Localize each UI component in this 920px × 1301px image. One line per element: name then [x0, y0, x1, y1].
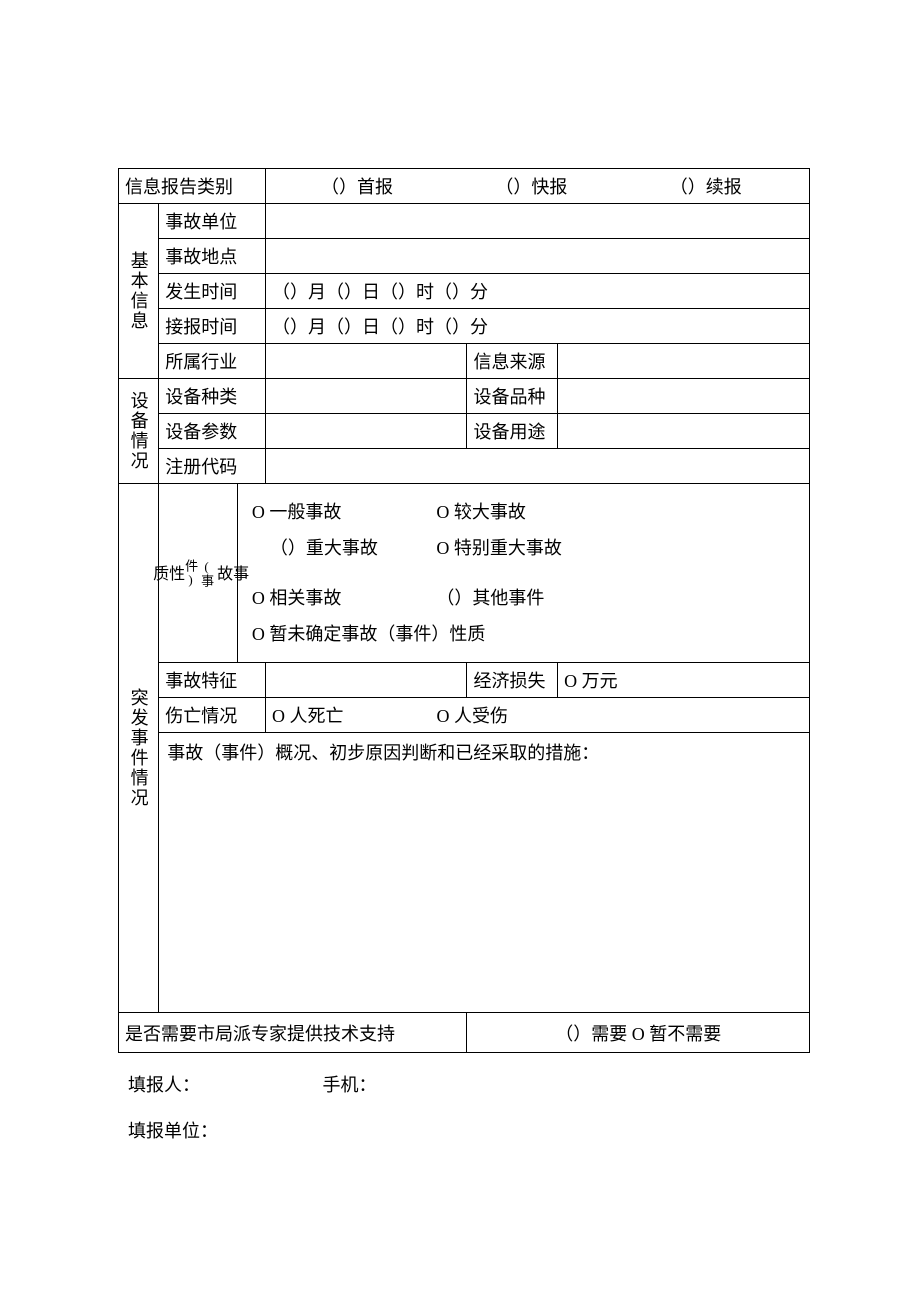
nature-section-label: 事故(事件)性质 [159, 484, 238, 663]
equip-reg-value[interactable] [266, 449, 810, 484]
casualty-value[interactable]: O 人死亡 O 人受伤 [266, 698, 810, 733]
unit-value[interactable] [266, 204, 810, 239]
equip-variety-label: 设备品种 [467, 379, 558, 414]
equip-type-label: 设备种类 [159, 379, 266, 414]
equip-param-value[interactable] [266, 414, 467, 449]
support-options[interactable]: （）需要 O 暂不需要 [467, 1013, 810, 1053]
report-form-table: 信息报告类别 （）首报 （）快报 （）续报 基本信息 事故单位 事故地点 发生时… [118, 168, 810, 1053]
phone-label: 手机： [323, 1071, 377, 1097]
table-row: 接报时间 （）月（）日（）时（）分 [119, 309, 810, 344]
nature-options-1[interactable]: O 一般事故 O 较大事故 （）重大事故 O 特别重大事故 [237, 484, 809, 577]
table-row: 突发事件情况 事故(事件)性质 O 一般事故 O 较大事故 （）重大事故 O 特… [119, 484, 810, 577]
industry-value[interactable] [266, 344, 467, 379]
equip-type-value[interactable] [266, 379, 467, 414]
table-row: 设备情况 设备种类 设备品种 [119, 379, 810, 414]
loss-label: 经济损失 [467, 663, 558, 698]
equip-usage-label: 设备用途 [467, 414, 558, 449]
recv-time-label: 接报时间 [159, 309, 266, 344]
occur-time-value[interactable]: （）月（）日（）时（）分 [266, 274, 810, 309]
table-row: 信息报告类别 （）首报 （）快报 （）续报 [119, 169, 810, 204]
equip-variety-value[interactable] [558, 379, 810, 414]
table-row: 发生时间 （）月（）日（）时（）分 [119, 274, 810, 309]
footer: 填报人： 手机： 填报单位： [118, 1071, 810, 1143]
table-row: 事故特征 经济损失 O 万元 [119, 663, 810, 698]
table-row: 事故地点 [119, 239, 810, 274]
basic-section-label: 基本信息 [119, 204, 159, 379]
report-category-options[interactable]: （）首报 （）快报 （）续报 [266, 169, 810, 204]
location-label: 事故地点 [159, 239, 266, 274]
desc-label: 事故（事件）概况、初步原因判断和已经采取的措施： [167, 743, 599, 763]
source-value[interactable] [558, 344, 810, 379]
equip-section-label: 设备情况 [119, 379, 159, 484]
desc-cell[interactable]: 事故（事件）概况、初步原因判断和已经采取的措施： [159, 733, 810, 1013]
loss-value[interactable]: O 万元 [558, 663, 810, 698]
equip-reg-label: 注册代码 [159, 449, 266, 484]
support-label: 是否需要市局派专家提供技术支持 [119, 1013, 467, 1053]
source-label: 信息来源 [467, 344, 558, 379]
table-row: 设备参数 设备用途 [119, 414, 810, 449]
table-row: 基本信息 事故单位 [119, 204, 810, 239]
unit-label: 事故单位 [159, 204, 266, 239]
casualty-label: 伤亡情况 [159, 698, 266, 733]
report-category-label: 信息报告类别 [119, 169, 266, 204]
equip-usage-value[interactable] [558, 414, 810, 449]
incident-section-label: 突发事件情况 [119, 484, 159, 1013]
industry-label: 所属行业 [159, 344, 266, 379]
recv-time-value[interactable]: （）月（）日（）时（）分 [266, 309, 810, 344]
table-row: 伤亡情况 O 人死亡 O 人受伤 [119, 698, 810, 733]
report-unit-label: 填报单位： [128, 1117, 218, 1143]
table-row: 是否需要市局派专家提供技术支持 （）需要 O 暂不需要 [119, 1013, 810, 1053]
occur-time-label: 发生时间 [159, 274, 266, 309]
nature-options-2[interactable]: O 相关事故 （）其他事件 O 暂未确定事故（事件）性质 [237, 576, 809, 663]
feature-value[interactable] [266, 663, 467, 698]
table-row: 所属行业 信息来源 [119, 344, 810, 379]
reporter-label: 填报人： [128, 1071, 318, 1097]
feature-label: 事故特征 [159, 663, 266, 698]
location-value[interactable] [266, 239, 810, 274]
table-row: 事故（事件）概况、初步原因判断和已经采取的措施： [119, 733, 810, 1013]
table-row: 注册代码 [119, 449, 810, 484]
equip-param-label: 设备参数 [159, 414, 266, 449]
